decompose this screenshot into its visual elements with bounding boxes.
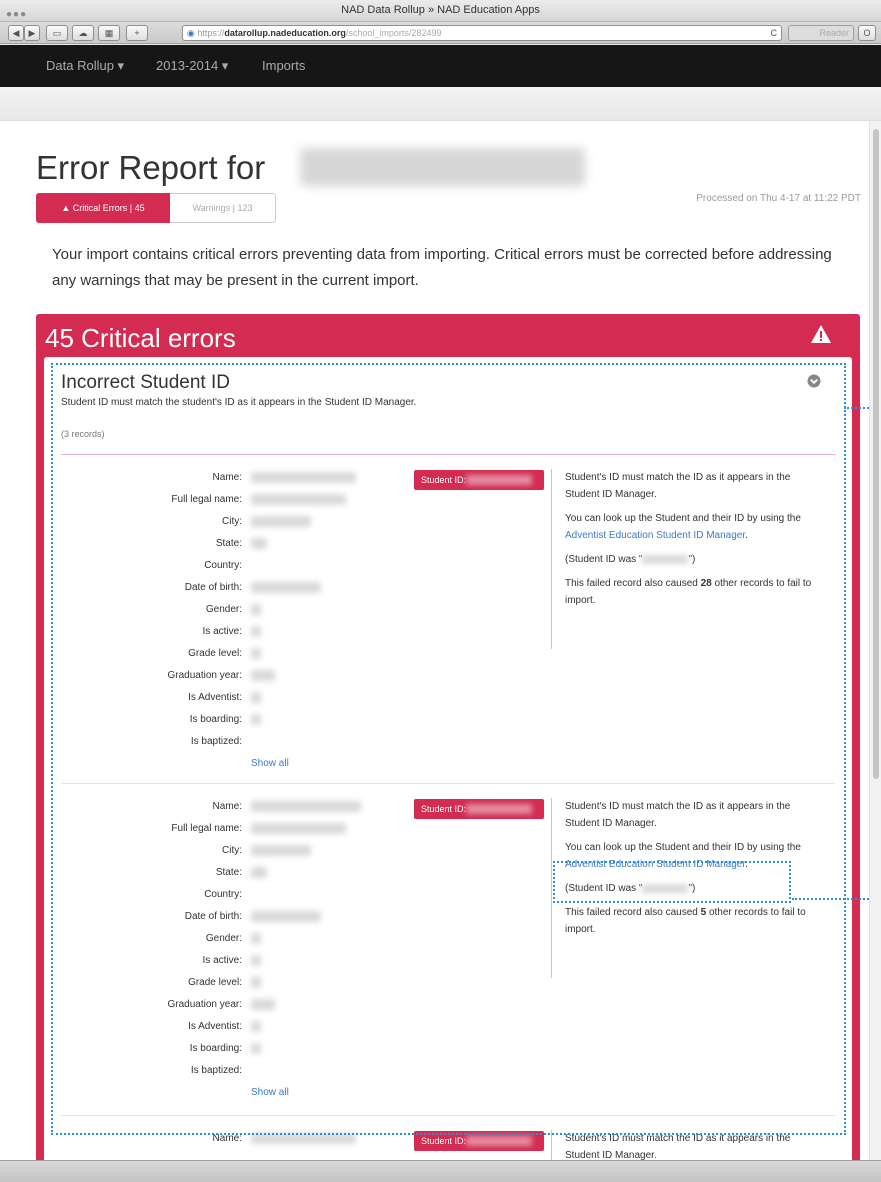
reload-icon[interactable]: C [771, 26, 778, 40]
student-id-label: Student ID: [421, 1136, 467, 1146]
processed-timestamp: Processed on Thu 4-17 at 11:22 PDT [696, 193, 861, 204]
address-bar[interactable]: ◉ https://datarollup.nadeducation.org/sc… [182, 25, 782, 41]
url-prefix: https:// [197, 28, 225, 38]
annotation-leader-line [792, 898, 872, 900]
page-title: Error Report for [36, 149, 266, 186]
top-navbar: Data Rollup ▾ 2013-2014 ▾ Imports [0, 45, 881, 87]
reader-button[interactable]: Reader [788, 25, 854, 41]
student-id-redacted [466, 1136, 532, 1146]
back-arrow-icon: ◀ [12, 28, 20, 38]
new-tab-button[interactable]: + [126, 25, 148, 41]
warning-triangle-icon [811, 325, 831, 343]
back-button[interactable]: ◀ [8, 25, 24, 41]
school-name-redacted [300, 148, 585, 186]
forward-button[interactable]: ▶ [24, 25, 40, 41]
browser-toolbar: ◀ ▶ ▭ ☁ ▦ + ◉ https://datarollup.nadeduc… [0, 22, 881, 44]
critical-errors-panel: 45 Critical errors Incorrect Student ID … [36, 314, 860, 1182]
annotation-leader-line [844, 407, 872, 409]
tab-warnings[interactable]: Warnings | 123 [170, 193, 276, 223]
vertical-scrollbar[interactable] [869, 121, 881, 1182]
grid-icon: ▦ [104, 28, 114, 38]
globe-icon: ◉ [187, 28, 195, 38]
cloud-icon: ☁ [78, 28, 88, 38]
focus-outline-link [553, 861, 791, 903]
window-bottom-bar [0, 1160, 881, 1182]
intro-text: Your import contains critical errors pre… [52, 246, 832, 289]
downloads-button[interactable]: O [858, 25, 876, 41]
url-host: datarollup.nadeducation.org [224, 28, 346, 38]
top-sites-button[interactable]: ▦ [98, 25, 120, 41]
nav-brand-dropdown[interactable]: Data Rollup ▾ [46, 58, 124, 74]
focus-outline-error-group [51, 363, 846, 1135]
window-title: NAD Data Rollup » NAD Education Apps [341, 4, 540, 16]
reader-label: Reader [819, 28, 849, 38]
nav-imports-link[interactable]: Imports [262, 58, 305, 73]
sub-header-bar [0, 87, 881, 121]
circle-icon: O [863, 28, 871, 38]
scrollbar-thumb[interactable] [873, 129, 879, 779]
url-path: /school_imports/282499 [345, 28, 442, 38]
panel-title: 45 Critical errors [45, 323, 236, 353]
id-mismatch-text: Student's ID must match the ID as it app… [565, 1133, 791, 1161]
forward-arrow-icon: ▶ [28, 28, 36, 38]
record-3-message: Student's ID must match the ID as it app… [565, 1130, 815, 1164]
error-group-card: Incorrect Student ID Student ID must mat… [44, 357, 852, 1182]
book-icon: ▭ [52, 28, 62, 38]
plus-icon: + [134, 28, 140, 38]
page-content: Error Report for ▲ Critical Errors | 45 … [0, 87, 881, 1182]
window-titlebar: ●●● NAD Data Rollup » NAD Education Apps [0, 0, 881, 22]
icloud-button[interactable]: ☁ [72, 25, 94, 41]
tab-critical-errors[interactable]: ▲ Critical Errors | 45 [36, 193, 170, 223]
browser-window: ●●● NAD Data Rollup » NAD Education Apps… [0, 0, 881, 1182]
sidebar-button[interactable]: ▭ [46, 25, 68, 41]
nav-year-dropdown[interactable]: 2013-2014 ▾ [156, 58, 228, 74]
